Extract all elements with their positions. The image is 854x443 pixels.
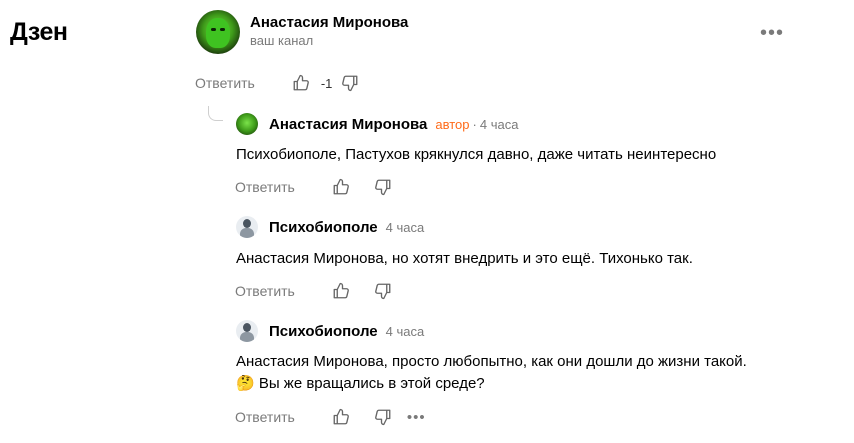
channel-header[interactable]: Анастасия Миронова ваш канал xyxy=(196,10,408,54)
reply-button[interactable]: Ответить xyxy=(195,75,255,91)
avatar-head xyxy=(243,219,251,228)
comment-actions: Ответить ••• xyxy=(235,407,426,427)
avatar-eye xyxy=(211,28,216,31)
channel-name[interactable]: Анастасия Миронова xyxy=(250,14,408,32)
comment-author[interactable]: Психобиополе xyxy=(269,323,378,340)
comment-text: Анастасия Миронова, но хотят внедрить и … xyxy=(236,250,693,267)
avatar[interactable] xyxy=(236,216,258,238)
author-badge: автор xyxy=(435,116,470,132)
thumbs-up-icon[interactable] xyxy=(291,73,311,93)
thumbs-up-icon[interactable] xyxy=(331,281,351,301)
channel-text: Анастасия Миронова ваш канал xyxy=(250,14,408,50)
thumbs-up-icon[interactable] xyxy=(331,177,351,197)
avatar-eye xyxy=(220,28,225,31)
comment-header: Психобиополе 4 часа xyxy=(236,216,424,238)
comment-header: Анастасия Миронова автор · 4 часа xyxy=(236,113,518,135)
avatar-body xyxy=(240,332,254,342)
comment-text: Анастасия Миронова, просто любопытно, ка… xyxy=(236,351,826,395)
avatar[interactable] xyxy=(236,113,258,135)
thumbs-down-icon[interactable] xyxy=(340,73,360,93)
thread-connector xyxy=(208,106,223,121)
comment-author[interactable]: Анастасия Миронова xyxy=(269,116,427,133)
comment-text: Психобиополе, Пастухов крякнулся давно, … xyxy=(236,146,717,163)
comment-actions: Ответить xyxy=(235,281,393,301)
reply-button[interactable]: Ответить xyxy=(235,179,295,195)
avatar-body xyxy=(240,228,254,238)
dzen-logo[interactable]: Дзен xyxy=(10,18,68,47)
separator-dot: · xyxy=(472,116,477,132)
comment-text-line: Анастасия Миронова, просто любопытно, ка… xyxy=(236,353,747,370)
more-dots-icon[interactable]: ••• xyxy=(407,409,426,426)
thumbs-down-icon[interactable] xyxy=(373,407,393,427)
thumbs-up-icon[interactable] xyxy=(331,407,351,427)
avatar-head xyxy=(243,323,251,332)
comment-time: 4 часа xyxy=(385,323,425,339)
reply-button[interactable]: Ответить xyxy=(235,409,295,425)
score-count: -1 xyxy=(320,75,333,91)
comment-author[interactable]: Психобиополе xyxy=(269,219,378,236)
more-dots-icon[interactable]: ••• xyxy=(760,23,784,43)
thumbs-down-icon[interactable] xyxy=(373,177,393,197)
top-comment-actions: Ответить -1 xyxy=(195,73,360,93)
avatar[interactable] xyxy=(236,320,258,342)
reply-button[interactable]: Ответить xyxy=(235,283,295,299)
channel-avatar[interactable] xyxy=(196,10,240,54)
comment-time: 4 часа xyxy=(385,219,425,235)
thumbs-down-icon[interactable] xyxy=(373,281,393,301)
comment-header: Психобиополе 4 часа xyxy=(236,320,424,342)
comment-text-line: 🤔 Вы же вращались в этой среде? xyxy=(236,375,485,392)
comment-actions: Ответить xyxy=(235,177,393,197)
channel-subtitle: ваш канал xyxy=(250,33,314,48)
avatar-face xyxy=(206,18,230,48)
comment-time: 4 часа xyxy=(479,116,519,132)
